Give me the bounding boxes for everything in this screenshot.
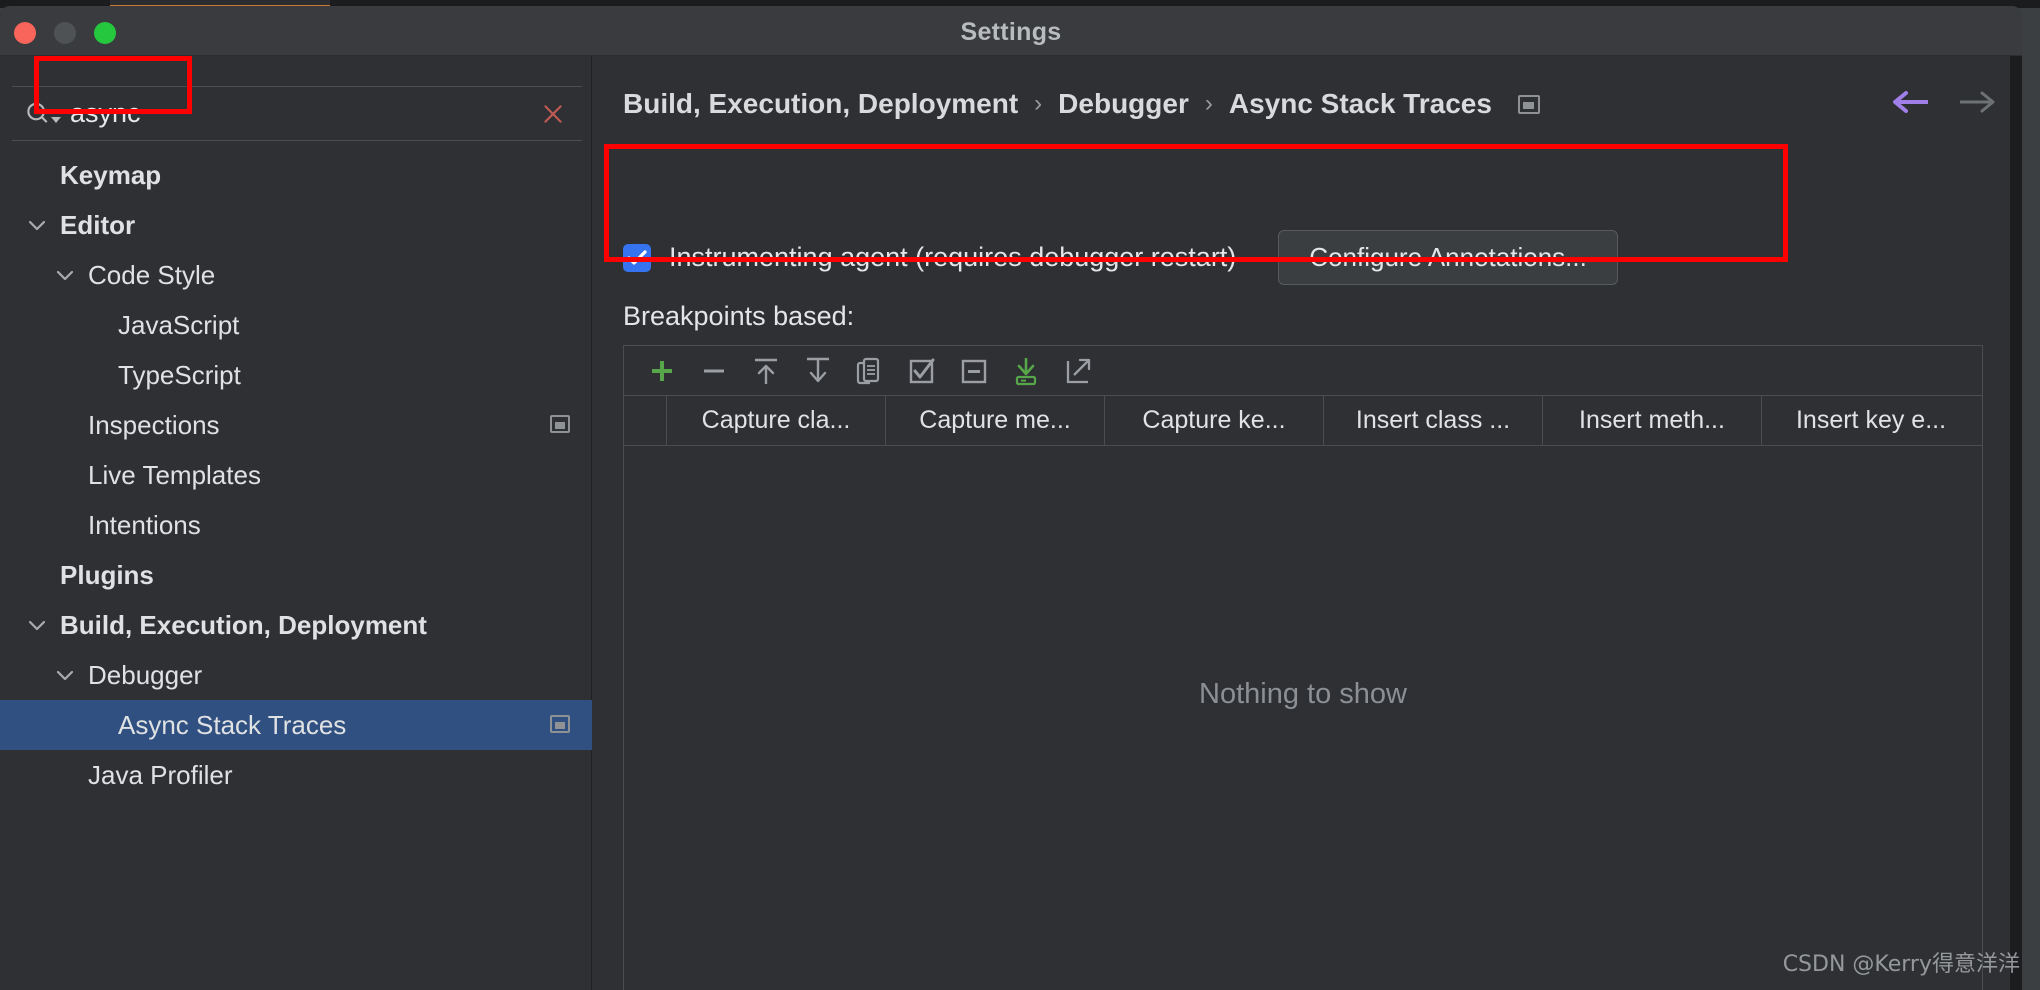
sidebar-item-label: Debugger [88, 659, 203, 690]
title-bar: Settings [0, 6, 2022, 56]
duplicate-icon[interactable] [844, 347, 896, 395]
window-title: Settings [960, 18, 1062, 46]
sidebar-item-plugins[interactable]: Plugins [0, 550, 592, 600]
table-column-header[interactable]: Capture cla... [666, 396, 885, 445]
table-body: Nothing to show [624, 446, 1982, 990]
chevron-down-icon[interactable] [50, 650, 80, 700]
sidebar-item-java-profiler[interactable]: Java Profiler [0, 750, 592, 800]
sidebar-item-label: Build, Execution, Deployment [60, 609, 427, 640]
sidebar-item-label: Inspections [88, 409, 220, 440]
sidebar-item-keymap[interactable]: Keymap [0, 150, 592, 200]
arrow-right-icon[interactable] [1956, 80, 2000, 124]
settings-tree: Keymap Editor Code Style JavaScript TypeScri… [0, 150, 592, 800]
sidebar-item-label: Async Stack Traces [118, 709, 347, 740]
project-scope-icon [550, 715, 570, 733]
move-up-icon[interactable] [740, 347, 792, 395]
breadcrumb-separator: › [1204, 90, 1213, 117]
sidebar-item-label: Intentions [88, 509, 201, 540]
project-scope-icon [1517, 94, 1540, 114]
table-header-row: Capture cla... Capture me... Capture ke...… [624, 396, 1982, 446]
sidebar-item-typescript[interactable]: TypeScript [0, 350, 592, 400]
project-scope-icon [550, 415, 570, 433]
capture-points-table: Capture cla... Capture me... Capture ke...… [623, 345, 1983, 990]
breadcrumb: Build, Execution, Deployment › Debugger › As… [623, 88, 1540, 120]
breakpoints-based-label: Breakpoints based: [623, 301, 855, 331]
breadcrumb-item[interactable]: Debugger [1058, 88, 1189, 120]
sidebar-item-code-style[interactable]: Code Style [0, 250, 592, 300]
sidebar-item-label: Code Style [88, 259, 216, 290]
sidebar-item-label: JavaScript [118, 309, 240, 340]
sidebar-item-javascript[interactable]: JavaScript [0, 300, 592, 350]
settings-sidebar: Keymap Editor Code Style JavaScript TypeScri… [0, 56, 592, 990]
move-down-icon[interactable] [792, 347, 844, 395]
table-column-header[interactable]: Capture ke... [1104, 396, 1323, 445]
instrumenting-agent-checkbox[interactable] [623, 243, 651, 272]
table-column-header[interactable]: Insert meth... [1542, 396, 1761, 445]
chevron-down-icon[interactable] [22, 200, 52, 250]
sidebar-item-build-execution-deployment[interactable]: Build, Execution, Deployment [0, 600, 592, 650]
sidebar-item-label: TypeScript [118, 359, 241, 390]
configure-annotations-button[interactable]: Configure Annotations... [1278, 230, 1618, 285]
settings-window: Settings async Keymap Editor Code Style … [0, 6, 2022, 990]
table-toolbar [624, 346, 1982, 396]
search-icon[interactable] [12, 99, 66, 129]
table-header-spacer [624, 396, 666, 445]
sidebar-item-async-stack-traces[interactable]: Async Stack Traces [0, 700, 592, 750]
clear-icon[interactable] [524, 101, 582, 127]
settings-window-screenshot: Settings async Keymap Editor Code Style … [0, 0, 2040, 990]
sidebar-item-live-templates[interactable]: Live Templates [0, 450, 592, 500]
sidebar-item-label: Plugins [60, 559, 154, 590]
navigation-arrows [1888, 80, 2000, 124]
empty-state-text: Nothing to show [1199, 677, 1407, 710]
search-row [12, 86, 582, 141]
check-all-icon[interactable] [896, 347, 948, 395]
instrumenting-agent-label: Instrumenting agent (requires debugger r… [669, 242, 1237, 272]
breadcrumb-item[interactable]: Build, Execution, Deployment [623, 88, 1018, 120]
sidebar-item-editor[interactable]: Editor [0, 200, 592, 250]
sidebar-item-label: Java Profiler [88, 759, 233, 790]
uncheck-all-icon[interactable] [948, 347, 1000, 395]
table-column-header[interactable]: Insert class ... [1323, 396, 1542, 445]
breadcrumb-separator: › [1034, 90, 1043, 117]
sidebar-item-debugger[interactable]: Debugger [0, 650, 592, 700]
sidebar-item-label: Keymap [60, 159, 162, 190]
sidebar-item-label: Live Templates [88, 459, 261, 490]
search-input[interactable] [66, 98, 524, 129]
chevron-down-icon[interactable] [22, 600, 52, 650]
window-right-edge [2010, 56, 2022, 990]
add-icon[interactable] [636, 347, 688, 395]
chevron-down-icon[interactable] [50, 250, 80, 300]
table-column-header[interactable]: Insert key e... [1761, 396, 1980, 445]
sidebar-item-label: Editor [60, 209, 136, 240]
import-icon[interactable] [1000, 347, 1052, 395]
instrumenting-agent-row: Instrumenting agent (requires debugger r… [623, 230, 1618, 285]
sidebar-item-inspections[interactable]: Inspections [0, 400, 592, 450]
arrow-left-icon[interactable] [1888, 80, 1932, 124]
remove-icon[interactable] [688, 347, 740, 395]
watermark: CSDN @Kerry得意洋洋 [1782, 952, 2020, 977]
breadcrumb-item[interactable]: Async Stack Traces [1229, 88, 1492, 120]
sidebar-item-intentions[interactable]: Intentions [0, 500, 592, 550]
table-column-header[interactable]: Capture me... [885, 396, 1104, 445]
settings-detail-pane: Build, Execution, Deployment › Debugger › As… [593, 56, 2022, 990]
export-icon[interactable] [1052, 347, 1104, 395]
